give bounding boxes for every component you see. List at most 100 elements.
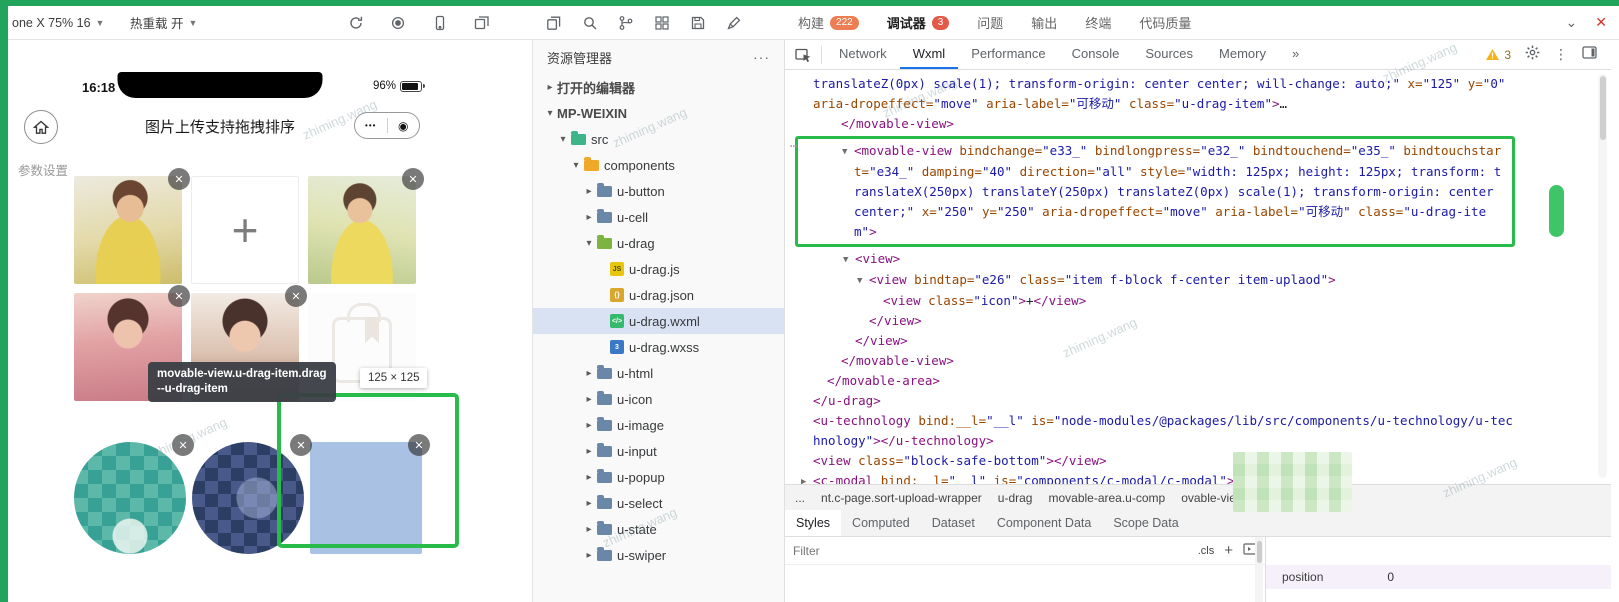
dock-side-icon[interactable] [1582, 45, 1597, 64]
code-line[interactable]: </u-drag> [785, 391, 1515, 411]
code-line[interactable]: translateZ(0px) scale(1); transform-orig… [785, 74, 1515, 114]
breadcrumb-item[interactable]: u-drag [998, 491, 1033, 505]
devtools-tab-sources[interactable]: Sources [1132, 40, 1206, 69]
close-icon[interactable]: ✕ [1595, 14, 1607, 31]
new-window-icon[interactable] [474, 15, 490, 31]
styles-tab-component-data[interactable]: Component Data [986, 510, 1103, 536]
devtools-tab-wxml[interactable]: Wxml [899, 40, 959, 69]
code-line[interactable]: ▶ <c-modal bind:__l="__l" is="components/… [785, 471, 1515, 484]
tree-item-u-drag.wxss[interactable]: 3 u-drag.wxss [533, 334, 784, 360]
code-block[interactable]: translateZ(0px) scale(1); transform-orig… [785, 74, 1515, 134]
devtools-tab-console[interactable]: Console [1059, 40, 1133, 69]
wxml-inspector[interactable]: translateZ(0px) scale(1); transform-orig… [785, 70, 1611, 484]
tree-item-components[interactable]: ▾ components [533, 152, 784, 178]
tree-item-MP-WEIXIN[interactable]: ▾ MP-WEIXIN [533, 100, 784, 126]
tree-item-u-select[interactable]: ▸ u-select [533, 490, 784, 516]
toolbar-divider [821, 45, 822, 64]
tree-item-u-cell[interactable]: ▸ u-cell [533, 204, 784, 230]
code-line[interactable]: <view class="block-safe-bottom"></view> [785, 451, 1515, 471]
tree-item-src[interactable]: ▾ src [533, 126, 784, 152]
tree-item-u-drag.json[interactable]: {} u-drag.json [533, 282, 784, 308]
devtools-tab-memory[interactable]: Memory [1206, 40, 1279, 69]
code-line[interactable]: </view> [785, 311, 1515, 331]
remove-image-button[interactable]: ✕ [168, 168, 190, 190]
breadcrumb-item[interactable]: ... [795, 491, 805, 505]
tree-item-u-popup[interactable]: ▸ u-popup [533, 464, 784, 490]
tree-item-u-drag[interactable]: ▾ u-drag [533, 230, 784, 256]
remove-image-button[interactable]: ✕ [172, 434, 194, 456]
tree-item-u-drag.js[interactable]: JS u-drag.js [533, 256, 784, 282]
add-style-rule-button[interactable]: + [1224, 542, 1233, 559]
code-line[interactable]: ▼ <view bindtap="e26" class="item f-block… [785, 270, 1515, 291]
styles-tab-styles[interactable]: Styles [785, 510, 842, 536]
tree-item-u-button[interactable]: ▸ u-button [533, 178, 784, 204]
panel-tab-调试器[interactable]: 调试器 3 [887, 13, 950, 32]
styles-tab-computed[interactable]: Computed [841, 510, 921, 536]
draggable-item[interactable]: ✕ [74, 434, 194, 554]
remove-image-button[interactable]: ✕ [285, 285, 307, 307]
code-block[interactable]: ▼ <view> ▼ <view bindtap="e26" class="item … [785, 249, 1515, 484]
styles-tab-scope-data[interactable]: Scope Data [1102, 510, 1189, 536]
wechat-capsule[interactable]: ••• ◉ [354, 112, 420, 139]
remove-image-button[interactable]: ✕ [402, 168, 424, 190]
panel-tab-问题[interactable]: 问题 [977, 13, 1003, 32]
tree-item-u-html[interactable]: ▸ u-html [533, 360, 784, 386]
devtools-tab-network[interactable]: Network [826, 40, 900, 69]
selected-element-highlight[interactable]: ▼<movable-view bindchange="e33_" bindlon… [790, 136, 1515, 247]
tree-item-u-swiper[interactable]: ▸ u-swiper [533, 542, 784, 568]
layout-position-row[interactable]: position 0 [1266, 565, 1611, 589]
code-line[interactable]: </view> [785, 331, 1515, 351]
code-line[interactable]: <u-technology bind:__l="__l" is="node-mo… [785, 411, 1515, 451]
breadcrumb-item[interactable]: nt.c-page.sort-upload-wrapper [821, 491, 982, 505]
tree-item-u-input[interactable]: ▸ u-input [533, 438, 784, 464]
tree-item-u-icon[interactable]: ▸ u-icon [533, 386, 784, 412]
brush-icon[interactable] [726, 15, 742, 31]
code-scrollbar[interactable] [1598, 74, 1607, 478]
record-icon[interactable] [390, 15, 406, 31]
styles-scrollbar[interactable] [1255, 537, 1263, 602]
collapse-panel-icon[interactable]: ⌄ [1566, 14, 1578, 31]
uploaded-photo[interactable]: ✕ [74, 168, 190, 284]
folder-icon [597, 546, 612, 561]
tree-item-label: u-input [617, 443, 657, 459]
tree-item-打开的编辑器[interactable]: ▸ 打开的编辑器 [533, 74, 784, 100]
code-line[interactable]: </movable-view> [785, 351, 1515, 371]
styles-tab-dataset[interactable]: Dataset [921, 510, 986, 536]
breadcrumb-item[interactable]: movable-area.u-comp [1048, 491, 1165, 505]
code-line[interactable]: </movable-view> [785, 114, 1515, 134]
code-line[interactable]: ▼ <view> [785, 249, 1515, 270]
code-line[interactable]: ▼<movable-view bindchange="e33_" bindlon… [798, 141, 1508, 242]
search-icon[interactable] [582, 15, 598, 31]
warnings-indicator[interactable]: 3 [1485, 48, 1511, 62]
branch-icon[interactable] [618, 15, 634, 31]
devtools-tab-»[interactable]: » [1279, 40, 1312, 69]
grid-icon[interactable] [654, 15, 670, 31]
panel-tab-代码质量[interactable]: 代码质量 [1139, 13, 1191, 32]
kebab-menu-icon[interactable]: ⋮ [1554, 46, 1568, 63]
panel-tab-终端[interactable]: 终端 [1085, 13, 1111, 32]
uploaded-photo[interactable]: ✕ [308, 168, 424, 284]
inspect-element-icon[interactable] [795, 47, 813, 63]
more-actions-icon[interactable]: ··· [753, 49, 770, 65]
refresh-icon[interactable] [348, 15, 364, 31]
capsule-exit-icon[interactable]: ◉ [388, 119, 420, 133]
devtools-tab-performance[interactable]: Performance [958, 40, 1058, 69]
tree-item-u-image[interactable]: ▸ u-image [533, 412, 784, 438]
capsule-more-icon[interactable]: ••• [355, 121, 387, 130]
tree-item-u-drag.wxml[interactable]: </> u-drag.wxml [533, 308, 784, 334]
phone-icon[interactable] [432, 15, 448, 31]
copy-icon[interactable] [546, 15, 562, 31]
panel-tab-输出[interactable]: 输出 [1031, 13, 1057, 32]
hot-reload-selector[interactable]: 热重载 开 ▼ [130, 6, 197, 39]
code-line[interactable]: <view class="icon">+</view> [785, 291, 1515, 311]
remove-image-button[interactable]: ✕ [168, 285, 190, 307]
settings-gear-icon[interactable] [1525, 45, 1540, 65]
tree-item-u-state[interactable]: ▸ u-state [533, 516, 784, 542]
device-selector[interactable]: one X 75% 16 ▼ [12, 6, 104, 39]
add-image-button[interactable]: + [191, 176, 299, 284]
styles-filter-input[interactable] [793, 543, 1198, 558]
save-icon[interactable] [690, 15, 706, 31]
panel-tab-构建[interactable]: 构建 222 [798, 13, 859, 32]
cls-toggle[interactable]: .cls [1198, 545, 1215, 557]
code-line[interactable]: </movable-area> [785, 371, 1515, 391]
